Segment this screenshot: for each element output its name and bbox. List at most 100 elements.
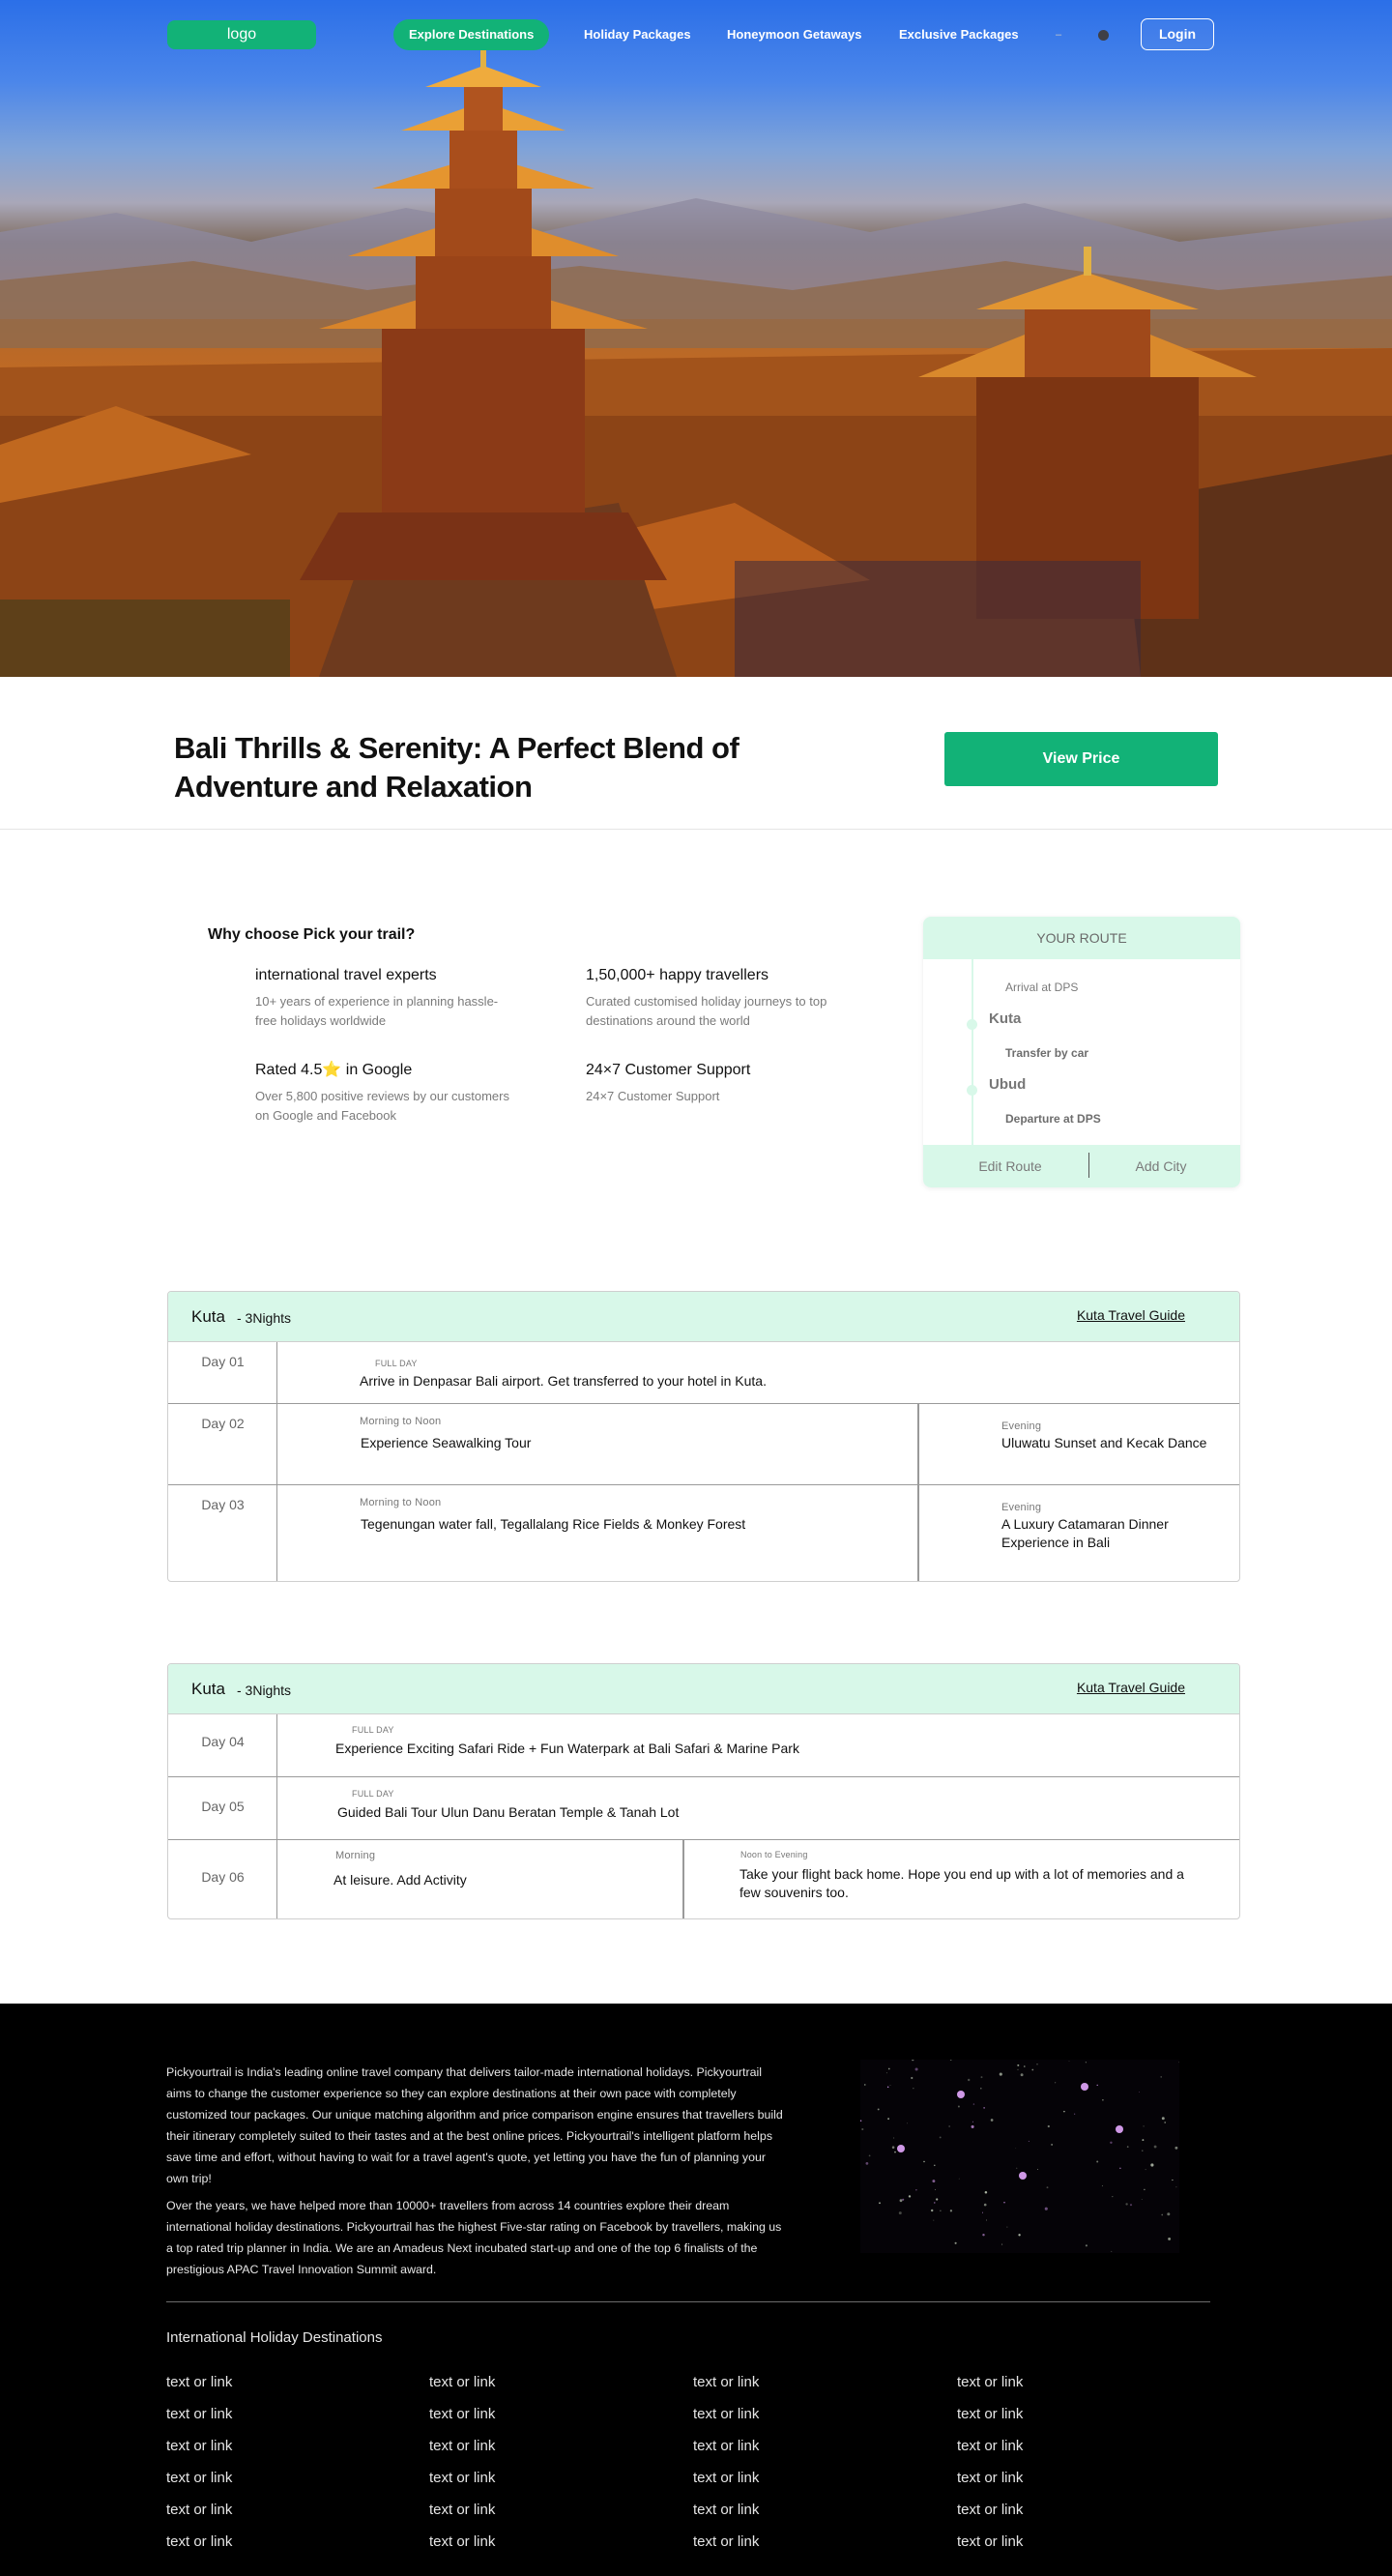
slot-activity[interactable]: At leisure. Add Activity <box>334 1871 467 1889</box>
destination-link[interactable]: text or link <box>957 2502 1023 2518</box>
nav-exclusive-packages[interactable]: Exclusive Packages <box>899 19 1019 50</box>
star-dot <box>933 2219 935 2221</box>
star-dot <box>940 2210 942 2211</box>
edit-route-button[interactable]: Edit Route <box>931 1145 1089 1187</box>
nav-holiday-packages[interactable]: Holiday Packages <box>584 19 691 50</box>
star-dot <box>949 2060 952 2061</box>
star-dot <box>1178 2062 1179 2064</box>
star-dot <box>1031 2068 1034 2071</box>
about-paragraph: Over the years, we have helped more than… <box>166 2199 782 2276</box>
destination-link[interactable]: text or link <box>957 2470 1023 2486</box>
star-dot <box>980 2076 983 2079</box>
feature-desc: 24×7 Customer Support <box>586 1089 720 1103</box>
slot-activity[interactable]: Guided Bali Tour Ulun Danu Beratan Templ… <box>337 1803 679 1822</box>
star-dot <box>1142 2150 1144 2152</box>
star-dot <box>984 2190 988 2194</box>
feature-desc: Curated customised holiday journeys to t… <box>586 994 827 1028</box>
day-cell: Day 04 <box>168 1714 277 1776</box>
slot-divider <box>917 1485 919 1581</box>
star-dot <box>972 2103 975 2105</box>
destination-link[interactable]: text or link <box>693 2406 759 2422</box>
footer: Pickyourtrail is India's leading online … <box>0 2004 1392 2576</box>
star-dot <box>982 2234 985 2237</box>
destination-link[interactable]: text or link <box>166 2438 232 2454</box>
login-button[interactable]: Login <box>1141 18 1214 50</box>
nav-explore-destinations[interactable]: Explore Destinations <box>393 19 550 50</box>
footer-divider <box>166 2301 1210 2302</box>
destination-link[interactable]: text or link <box>957 2374 1023 2390</box>
star-dot <box>894 2151 896 2153</box>
star-dot <box>1175 2186 1177 2188</box>
slot-activity[interactable]: Uluwatu Sunset and Kecak Dance <box>1001 1434 1206 1452</box>
logo[interactable]: logo <box>167 20 316 49</box>
destination-link[interactable]: text or link <box>166 2502 232 2518</box>
destination-link[interactable]: text or link <box>429 2533 495 2550</box>
slot-label: FULL DAY <box>352 1789 394 1799</box>
package-title-bar: Bali Thrills & Serenity: A Perfect Blend… <box>0 677 1392 830</box>
slot-label: Evening <box>1001 1502 1042 1513</box>
itinerary-day-row: Day 06 Morning At leisure. Add Activity … <box>168 1840 1239 1918</box>
destination-link[interactable]: text or link <box>957 2438 1023 2454</box>
itinerary-day-row: Day 03 Morning to Noon Tegenungan water … <box>168 1485 1239 1581</box>
destination-link[interactable]: text or link <box>166 2470 232 2486</box>
slot-divider <box>917 1404 919 1484</box>
feature-title: 24×7 Customer Support <box>586 1062 751 1078</box>
route-stop-dot <box>967 1085 977 1096</box>
itinerary-city: Kuta <box>191 1307 225 1326</box>
destination-link[interactable]: text or link <box>429 2502 495 2518</box>
star-dot <box>936 2198 939 2201</box>
slot-activity[interactable]: Arrive in Denpasar Bali airport. Get tra… <box>360 1372 767 1390</box>
destination-link[interactable]: text or link <box>693 2533 759 2550</box>
destination-link[interactable]: text or link <box>429 2374 495 2390</box>
destination-link[interactable]: text or link <box>166 2374 232 2390</box>
star-dot <box>1167 2212 1171 2216</box>
feature-experts: international travel experts 10+ years o… <box>255 965 516 1031</box>
star-dot <box>913 2088 914 2090</box>
star-dot <box>879 2202 881 2205</box>
destination-link[interactable]: text or link <box>693 2502 759 2518</box>
bright-star <box>897 2145 905 2152</box>
slot-activity[interactable]: Experience Seawalking Tour <box>361 1434 531 1452</box>
feature-desc: Over 5,800 positive reviews by our custo… <box>255 1089 509 1123</box>
bright-star <box>1081 2083 1088 2091</box>
destination-link[interactable]: text or link <box>166 2406 232 2422</box>
slot-label: Evening <box>1001 1420 1042 1432</box>
destination-link[interactable]: text or link <box>429 2406 495 2422</box>
slot-label: Morning <box>335 1850 376 1861</box>
star-dot <box>1017 2068 1019 2071</box>
star-dot <box>893 2137 895 2139</box>
feature-title: international travel experts <box>255 967 437 983</box>
star-dot <box>934 2202 936 2204</box>
destination-link[interactable]: text or link <box>429 2438 495 2454</box>
slot-activity[interactable]: A Luxury Catamaran Dinner Experience in … <box>1001 1515 1224 1552</box>
star-dot <box>1096 2160 1099 2163</box>
destination-link[interactable]: text or link <box>693 2438 759 2454</box>
itinerary-day-row: Day 04 FULL DAY Experience Exciting Safa… <box>168 1714 1239 1777</box>
travel-guide-link[interactable]: Kuta Travel Guide <box>1077 1680 1185 1695</box>
destination-link[interactable]: text or link <box>957 2533 1023 2550</box>
destination-link[interactable]: text or link <box>693 2470 759 2486</box>
slot-activity[interactable]: Tegenungan water fall, Tegallalang Rice … <box>361 1515 745 1534</box>
destination-link[interactable]: text or link <box>166 2533 232 2550</box>
star-dot <box>983 2203 987 2207</box>
route-transfer: Transfer by car <box>1005 1046 1089 1060</box>
add-city-button[interactable]: Add City <box>1082 1145 1240 1187</box>
destination-link[interactable]: text or link <box>429 2470 495 2486</box>
profile-dot-icon[interactable] <box>1098 30 1109 41</box>
slot-activity[interactable]: Experience Exciting Safari Ride + Fun Wa… <box>335 1740 799 1758</box>
star-dot <box>915 2189 917 2191</box>
star-dot <box>1129 2204 1133 2207</box>
destination-link[interactable]: text or link <box>693 2374 759 2390</box>
travel-guide-link[interactable]: Kuta Travel Guide <box>1077 1307 1185 1323</box>
star-dot <box>898 2211 902 2215</box>
nav-honeymoon-getaways[interactable]: Honeymoon Getaways <box>727 19 861 50</box>
view-price-button[interactable]: View Price <box>944 732 1218 786</box>
slot-activity[interactable]: Take your flight back home. Hope you end… <box>740 1865 1204 1902</box>
day-label: Day 06 <box>201 1869 245 1885</box>
route-stop-ubud[interactable]: Ubud <box>989 1076 1026 1093</box>
star-dot <box>948 2125 950 2127</box>
star-dot <box>1141 2199 1143 2200</box>
currency-selector[interactable]: – <box>1056 29 1061 41</box>
route-stop-kuta[interactable]: Kuta <box>989 1010 1021 1027</box>
destination-link[interactable]: text or link <box>957 2406 1023 2422</box>
